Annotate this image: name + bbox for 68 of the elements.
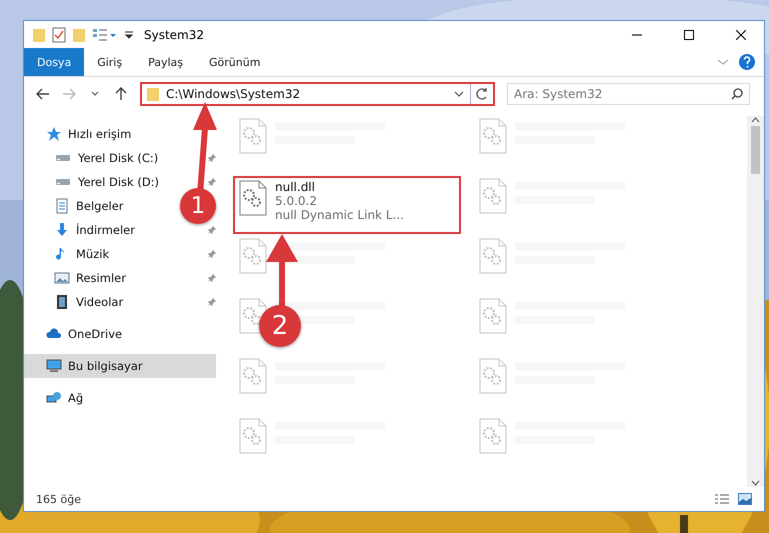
pin-icon[interactable] xyxy=(208,298,216,306)
blurred-file-icon xyxy=(239,358,267,394)
scrollbar-thumb[interactable] xyxy=(751,126,760,174)
blurred-file-icon xyxy=(239,418,267,454)
close-icon xyxy=(736,30,746,40)
document-icon xyxy=(54,198,70,214)
folder-icon xyxy=(32,26,46,42)
scrollbar[interactable] xyxy=(747,116,764,487)
file-gear-icon xyxy=(239,180,267,216)
sidebar-item[interactable]: Bu bilgisayar xyxy=(24,354,216,378)
download-icon xyxy=(54,222,70,238)
item-count: 165 öğe xyxy=(36,492,82,506)
blurred-file-icon xyxy=(479,118,507,154)
details-view-icon[interactable] xyxy=(714,493,730,505)
folder-icon xyxy=(146,86,160,102)
file-name: null.dll xyxy=(275,180,316,194)
sidebar-item[interactable]: Hızlı erişim xyxy=(46,126,132,142)
maximize-icon xyxy=(684,30,694,40)
pin-icon[interactable] xyxy=(208,154,216,162)
ribbon-tab[interactable]: Giriş xyxy=(84,48,136,76)
up-arrow-icon xyxy=(115,87,127,101)
sidebar-item[interactable]: OneDrive xyxy=(46,326,122,342)
blurred-file-icon xyxy=(479,298,507,334)
ribbon-tab[interactable]: Görünüm xyxy=(196,48,274,76)
search-icon[interactable] xyxy=(731,88,743,100)
sidebar-item[interactable]: İndirmeler xyxy=(54,222,135,238)
view-list-icon[interactable] xyxy=(92,28,118,42)
sidebar-item[interactable]: Belgeler xyxy=(54,198,124,214)
caret-icon[interactable] xyxy=(124,30,134,40)
address-path: C:\Windows\System32 xyxy=(166,87,302,101)
ribbon-tab[interactable]: Dosya xyxy=(24,48,84,76)
ribbon-tab[interactable]: Paylaş xyxy=(135,48,196,76)
search-field[interactable]: Ara: System32 xyxy=(507,83,750,105)
forward-arrow-icon xyxy=(62,88,76,100)
image-icon xyxy=(54,270,70,286)
sidebar-item[interactable]: Resimler xyxy=(54,270,126,286)
blurred-file-icon xyxy=(479,178,507,214)
blurred-file-icon xyxy=(479,238,507,274)
dropdown-icon[interactable] xyxy=(454,90,464,98)
large-icons-view-icon[interactable] xyxy=(738,493,752,505)
blurred-file-icon xyxy=(479,358,507,394)
film-icon xyxy=(54,294,70,310)
scroll-up-icon xyxy=(751,116,760,124)
drive-icon xyxy=(55,179,71,185)
drive-icon xyxy=(55,155,71,161)
back-arrow-icon xyxy=(36,88,50,100)
pin-icon[interactable] xyxy=(208,250,216,258)
computer-icon xyxy=(46,358,62,374)
properties-icon[interactable] xyxy=(52,26,66,42)
file-detail: 5.0.0.2 xyxy=(275,194,318,208)
pin-icon[interactable] xyxy=(208,226,216,234)
pin-icon[interactable] xyxy=(208,178,216,186)
file-detail: null Dynamic Link L... xyxy=(275,208,404,222)
sidebar-item[interactable]: Ağ xyxy=(46,390,84,406)
pin-icon[interactable] xyxy=(208,274,216,282)
address-bar[interactable]: C:\Windows\System32 xyxy=(140,82,495,106)
blurred-file-icon xyxy=(479,418,507,454)
window-title: System32 xyxy=(144,28,206,42)
file-item[interactable]: null.dll 5.0.0.2 null Dynamic Link L... xyxy=(233,176,461,234)
star-icon xyxy=(46,126,62,142)
blurred-file-icon xyxy=(239,118,267,154)
blurred-file-icon xyxy=(239,238,267,274)
sidebar-item[interactable]: Yerel Disk (C:) xyxy=(54,151,158,165)
sidebar-item[interactable]: Müzik xyxy=(54,246,110,262)
caret-icon xyxy=(91,91,99,97)
sidebar-item[interactable]: Videolar xyxy=(54,294,124,310)
sidebar-item[interactable]: Yerel Disk (D:) xyxy=(54,175,160,189)
scroll-down-icon xyxy=(751,479,760,487)
